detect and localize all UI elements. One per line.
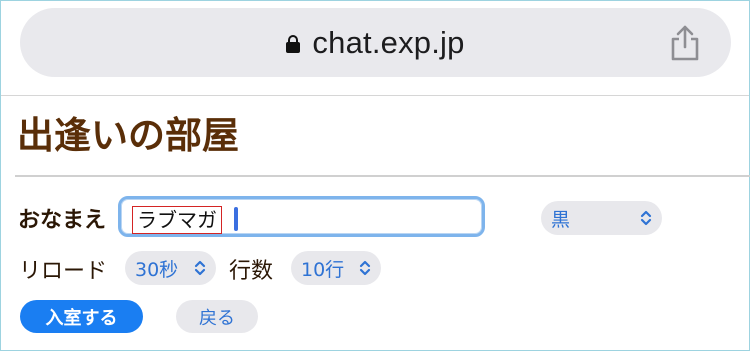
lock-icon	[286, 35, 301, 53]
lines-label: 行数	[229, 259, 274, 284]
reload-select[interactable]: 30秒	[125, 251, 216, 285]
name-label: おなまえ	[18, 208, 107, 233]
divider	[15, 175, 750, 177]
address-bar[interactable]: chat.exp.jp	[20, 8, 731, 77]
reload-label: リロード	[19, 259, 108, 284]
chevron-updown-icon	[359, 260, 371, 276]
chevron-updown-icon	[194, 260, 206, 276]
reload-select-value: 30秒	[135, 258, 179, 281]
color-select-value: 黒	[551, 208, 571, 231]
name-input[interactable]: ラブマガ	[118, 196, 485, 237]
lines-select-value: 10行	[301, 258, 345, 281]
back-button[interactable]: 戻る	[176, 300, 258, 333]
color-select[interactable]: 黒	[541, 201, 662, 235]
enter-room-button[interactable]: 入室する	[20, 300, 143, 333]
url-text[interactable]: chat.exp.jp	[312, 25, 464, 61]
address-content: chat.exp.jp	[20, 25, 731, 61]
chevron-updown-icon	[640, 210, 652, 226]
name-input-value: ラブマガ	[132, 206, 222, 234]
lines-select[interactable]: 10行	[291, 251, 381, 285]
browser-toolbar: chat.exp.jp	[1, 1, 749, 96]
text-caret	[234, 207, 238, 231]
page-title: 出逢いの部屋	[17, 114, 239, 157]
share-icon[interactable]	[669, 25, 701, 61]
